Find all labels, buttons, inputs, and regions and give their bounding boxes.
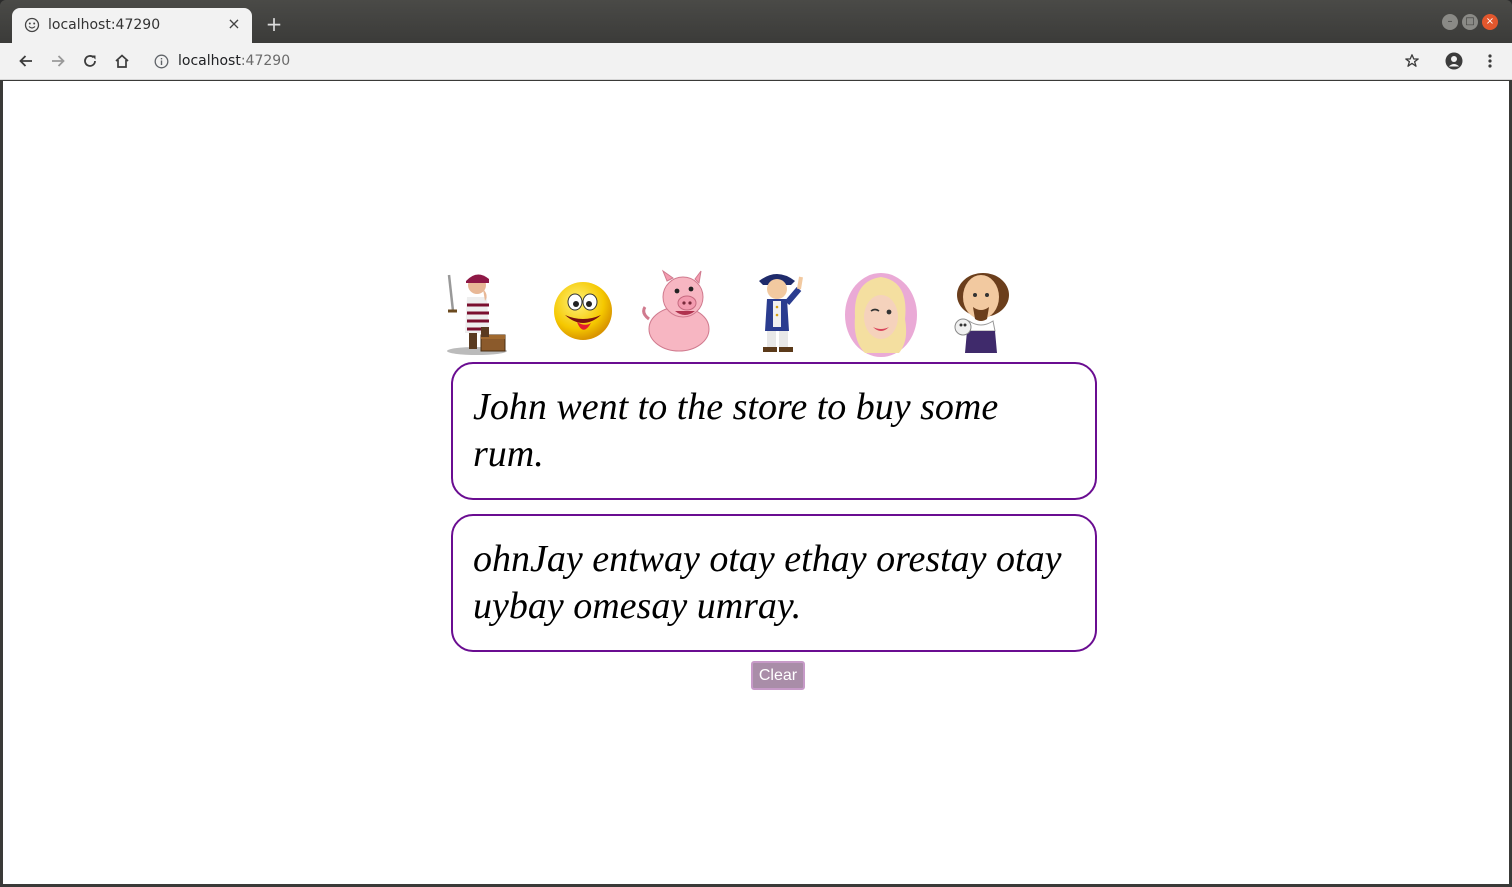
tab-close-icon[interactable]: ×: [224, 14, 244, 34]
kebab-menu-icon[interactable]: [1478, 49, 1502, 73]
resize-handle-icon[interactable]: [1085, 488, 1093, 496]
browser-toolbar: localhost:47290: [0, 43, 1512, 80]
pirate-icon[interactable]: [443, 267, 517, 357]
minimize-icon[interactable]: –: [1442, 14, 1458, 30]
avatar-row: [443, 267, 1023, 357]
browser-window: localhost:47290 × + – □ × localhost:4729…: [0, 0, 1512, 887]
pig-icon[interactable]: [639, 267, 713, 357]
home-icon[interactable]: [110, 49, 134, 73]
back-arrow-icon[interactable]: [14, 49, 38, 73]
forward-arrow-icon[interactable]: [46, 49, 70, 73]
pig-latin-output: ohnJay entway otay ethay orestay otay uy…: [451, 514, 1097, 652]
url-text: localhost:47290: [178, 53, 290, 69]
tab-active[interactable]: localhost:47290 ×: [12, 8, 252, 43]
maximize-icon[interactable]: □: [1462, 14, 1478, 30]
english-input-textarea[interactable]: John went to the store to buy some rum.: [451, 362, 1097, 500]
new-tab-button[interactable]: +: [262, 12, 286, 36]
reload-icon[interactable]: [78, 49, 102, 73]
profile-icon[interactable]: [1442, 49, 1466, 73]
valley-girl-icon[interactable]: [843, 267, 917, 357]
silly-emoji-icon[interactable]: [545, 267, 619, 357]
address-bar[interactable]: localhost:47290: [146, 47, 1436, 76]
output-text: ohnJay entway otay ethay orestay otay uy…: [473, 538, 1062, 627]
info-icon[interactable]: [154, 54, 169, 69]
url-host: localhost: [178, 53, 241, 69]
url-port: :47290: [240, 53, 291, 69]
colonial-man-icon[interactable]: [745, 267, 819, 357]
close-window-icon[interactable]: ×: [1482, 14, 1498, 30]
bookmark-star-icon[interactable]: [1400, 49, 1424, 73]
tab-title: localhost:47290: [48, 17, 161, 33]
clear-button[interactable]: Clear: [751, 661, 805, 690]
smiley-favicon-icon: [24, 17, 40, 33]
shakespeare-icon[interactable]: [943, 267, 1017, 357]
input-text: John went to the store to buy some rum.: [473, 386, 999, 475]
page-content: John went to the store to buy some rum. …: [3, 81, 1509, 884]
tab-strip: localhost:47290 × + – □ ×: [0, 0, 1512, 43]
